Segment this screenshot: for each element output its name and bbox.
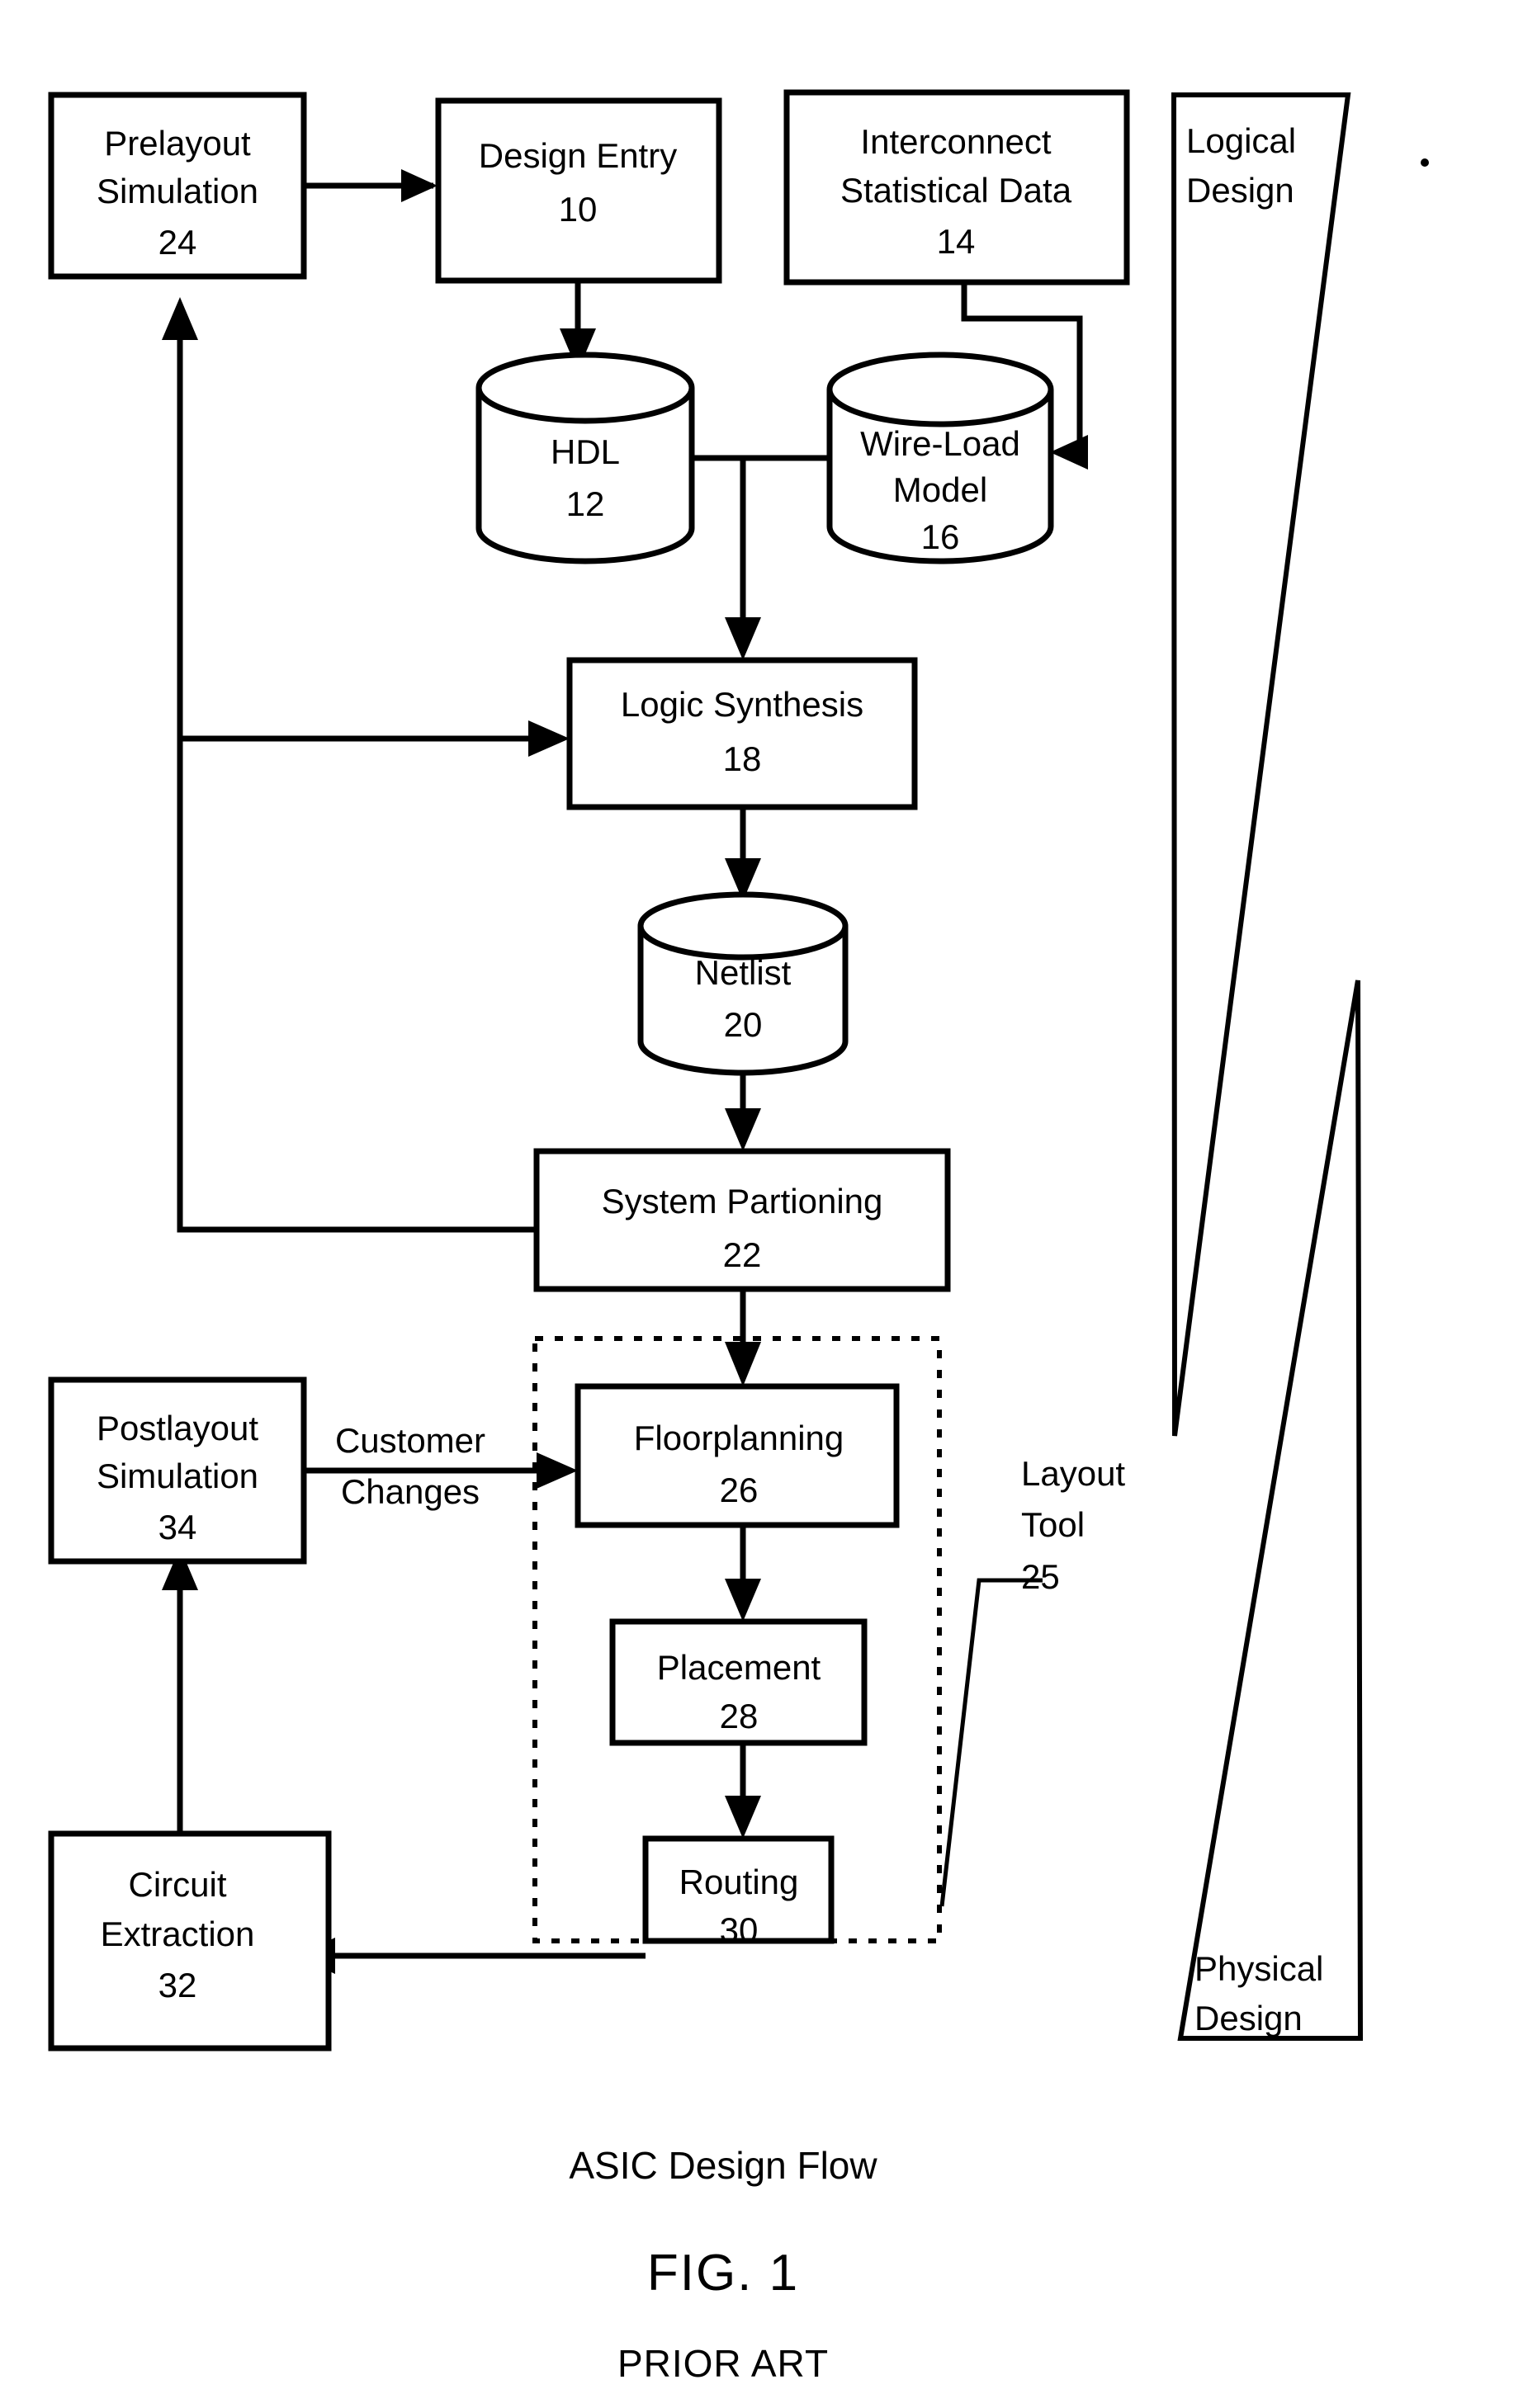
label-interconnect-line1: Interconnect [860,122,1051,161]
figure-root: Prelayout Simulation 24 Design Entry 10 … [0,0,1523,2408]
label-system-partioning-line1: System Partioning [602,1182,883,1221]
arrow-head-prelayout-to-design-entry [401,169,438,202]
arrow-head-feedback-to-logic-synthesis [528,720,570,757]
label-prelayout-simulation-line2: Simulation [97,172,258,210]
arrow-head-netlist-to-system-partioning [725,1108,761,1151]
arrow-head-postlayout-to-floorplanning [537,1452,578,1489]
arrow-head-system-partioning-to-floorplanning [725,1342,761,1386]
label-layout-tool-line1: Layout [1021,1454,1125,1493]
label-customer-changes-line2: Changes [341,1472,480,1511]
label-system-partioning-ref: 22 [723,1235,762,1274]
arrow-head-feedback-to-prelayout [162,297,198,340]
layout-tool-leader-line [939,1578,1043,1907]
label-physical-design-line2: Design [1194,1999,1303,2037]
label-interconnect-line2: Statistical Data [840,171,1072,210]
label-routing-line1: Routing [679,1863,799,1901]
label-placement-line1: Placement [657,1648,821,1687]
label-interconnect-ref: 14 [937,222,976,261]
label-wireload-line2: Model [893,470,987,509]
label-wireload-line1: Wire-Load [860,424,1020,463]
label-hdl-line1: HDL [551,432,620,471]
label-netlist-line1: Netlist [695,953,792,992]
label-logical-design-line2: Design [1186,171,1294,210]
label-design-entry-line1: Design Entry [479,136,677,175]
label-postlayout-simulation-line2: Simulation [97,1457,258,1495]
arrow-head-interconnect-to-wireload [1050,435,1088,470]
asic-design-flow-diagram: Prelayout Simulation 24 Design Entry 10 … [48,89,1429,2385]
label-routing-ref: 30 [720,1910,759,1949]
label-logical-design-line1: Logical [1186,121,1296,160]
scan-artifact-dot [1421,158,1429,167]
figure-caption: ASIC Design Flow [569,2144,877,2187]
arrow-head-into-logic-synthesis [725,617,761,660]
arrow-head-placement-to-routing [725,1796,761,1839]
label-logic-synthesis-ref: 18 [723,739,762,778]
label-postlayout-simulation-line1: Postlayout [97,1409,258,1447]
label-wireload-ref: 16 [921,517,960,556]
label-logic-synthesis-line1: Logic Synthesis [621,685,863,724]
node-logic-synthesis[interactable] [566,657,918,810]
label-prelayout-simulation-line1: Prelayout [104,124,251,163]
label-placement-ref: 28 [720,1697,759,1735]
arrow-head-floorplanning-to-placement [725,1579,761,1622]
label-floorplanning-ref: 26 [720,1471,759,1509]
label-circuit-extraction-line2: Extraction [101,1915,255,1953]
figure-number: FIG. 1 [647,2245,799,2302]
label-design-entry-ref: 10 [559,190,598,229]
label-customer-changes-line1: Customer [335,1421,485,1460]
phase-layer [1171,92,1364,2041]
label-netlist-ref: 20 [724,1005,763,1044]
label-layout-tool-line2: Tool [1021,1505,1085,1544]
label-prelayout-simulation-ref: 24 [158,223,197,262]
label-physical-design-line1: Physical [1194,1949,1323,1988]
label-hdl-ref: 12 [566,484,605,523]
label-postlayout-simulation-ref: 34 [158,1508,197,1546]
wireload-cylinder-top [826,352,1054,427]
label-circuit-extraction-line1: Circuit [128,1865,226,1904]
node-layer [48,89,1130,2052]
edge-hdl-junction-down [692,455,746,631]
label-circuit-extraction-ref: 32 [158,1966,197,2004]
label-floorplanning-line1: Floorplanning [634,1419,844,1457]
netlist-cylinder-top [637,891,849,961]
prior-art-note: PRIOR ART [617,2342,829,2385]
label-layout-tool-ref: 25 [1021,1557,1060,1596]
hdl-cylinder-top [475,352,695,424]
